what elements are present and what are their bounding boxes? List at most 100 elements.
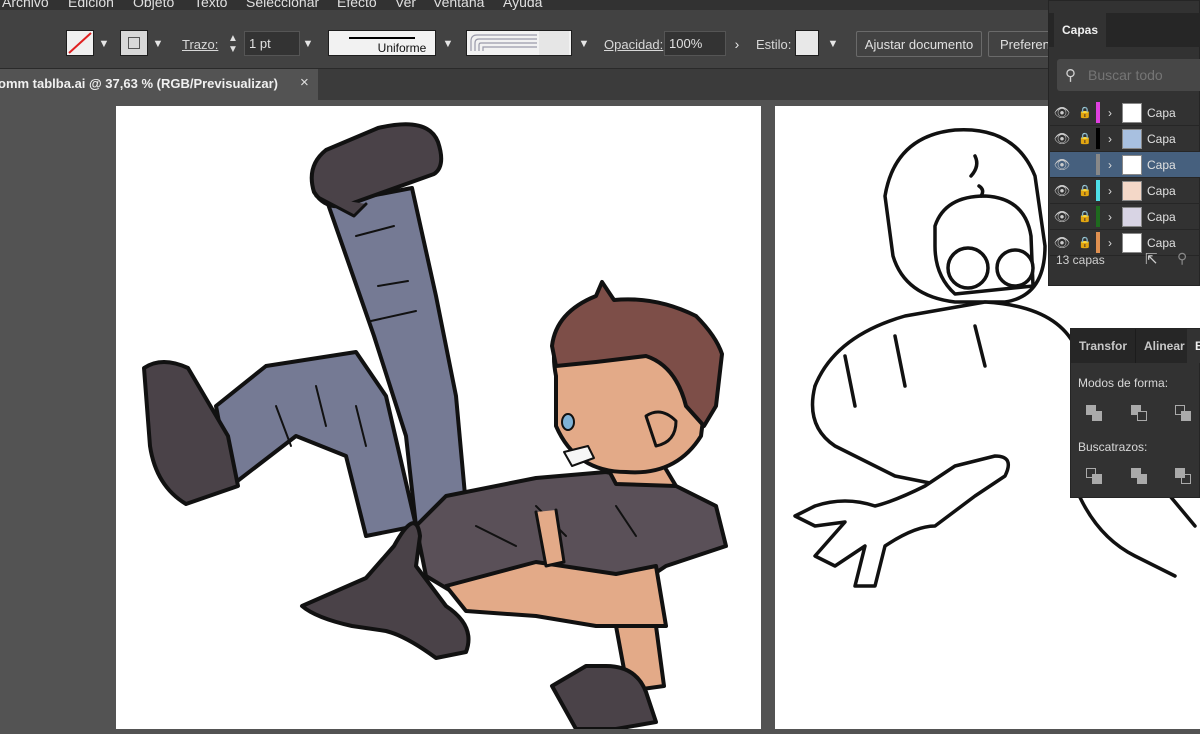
document-tab[interactable]: omm tablba.ai @ 37,63 % (RGB/Previsualiz…: [0, 69, 318, 100]
menu-bar: Archivo Edición Objeto Texto Seleccionar…: [0, 0, 1048, 10]
layer-row[interactable]: 👁 🔒 › Capa: [1050, 178, 1200, 204]
layers-panel: Capas ⚲ 👁 🔒 › Capa 👁 🔒 › Capa 👁 › Capa 👁…: [1048, 0, 1200, 286]
style-label: Estilo:: [756, 36, 792, 52]
eye-icon[interactable]: 👁: [1050, 105, 1074, 121]
layer-name[interactable]: Capa: [1147, 210, 1176, 224]
skull-eye-left: [946, 246, 990, 290]
stepper-down-icon[interactable]: ▼: [228, 44, 238, 55]
export-icon[interactable]: ⇱: [1145, 250, 1158, 268]
brush-chevron-icon[interactable]: ▼: [576, 33, 592, 55]
stepper-up-icon[interactable]: ▲: [228, 33, 238, 44]
lock-icon[interactable]: 🔒: [1074, 132, 1096, 145]
expand-arrow-icon[interactable]: ›: [1108, 132, 1122, 146]
lock-icon[interactable]: 🔒: [1074, 106, 1096, 119]
profile-chevron-icon[interactable]: ▼: [440, 33, 456, 55]
stroke-weight-field[interactable]: 1 pt: [244, 31, 300, 56]
layer-row-selected[interactable]: 👁 › Capa: [1050, 152, 1200, 178]
tab-transform[interactable]: Transfor: [1075, 329, 1131, 363]
lock-icon[interactable]: 🔒: [1074, 210, 1096, 223]
stroke-dropdown-chevron-icon[interactable]: ▼: [150, 33, 166, 55]
document-tab-bar: omm tablba.ai @ 37,63 % (RGB/Previsualiz…: [0, 69, 1048, 100]
expand-arrow-icon[interactable]: ›: [1108, 106, 1122, 120]
layers-search-input[interactable]: [1086, 66, 1200, 84]
opacity-arrow-icon[interactable]: ›: [729, 33, 745, 55]
control-bar: ▼ ▼ Trazo: ▲ ▼ 1 pt ▼ Uniforme ▼ ▼ Opacid…: [0, 10, 1052, 69]
menu-efecto[interactable]: Efecto: [337, 0, 377, 10]
lock-icon[interactable]: 🔒: [1074, 184, 1096, 197]
stroke-label[interactable]: Trazo:: [182, 33, 218, 55]
artboard-colored[interactable]: [116, 106, 761, 731]
pathfinders-label: Buscatrazos:: [1078, 440, 1148, 454]
menu-texto[interactable]: Texto: [194, 0, 227, 10]
eye-icon[interactable]: 👁: [1050, 157, 1074, 173]
locate-object-icon[interactable]: ⚲: [1177, 250, 1187, 267]
layer-name[interactable]: Capa: [1147, 184, 1176, 198]
stroke-swatch[interactable]: [120, 30, 148, 56]
layer-color-swatch: [1096, 154, 1100, 175]
preferences-button[interactable]: Preferenc: [988, 31, 1052, 57]
opacity-label[interactable]: Opacidad:: [604, 33, 663, 55]
brush-selector[interactable]: [466, 30, 572, 56]
pathfinder-panel: Transfor Alinear B Modos de forma: Busca…: [1070, 328, 1200, 498]
expand-arrow-icon[interactable]: ›: [1108, 210, 1122, 224]
layer-color-swatch: [1096, 128, 1100, 149]
search-icon: ⚲: [1065, 67, 1076, 84]
hand-outline: [793, 454, 1011, 588]
layer-thumbnail: [1122, 180, 1142, 201]
layer-thumbnail: [1122, 206, 1142, 227]
layer-name[interactable]: Capa: [1147, 158, 1176, 172]
eye-icon[interactable]: 👁: [1050, 183, 1074, 199]
stroke-square-icon: [128, 37, 140, 49]
fill-dropdown-chevron-icon[interactable]: ▼: [96, 33, 112, 55]
layer-color-swatch: [1096, 180, 1100, 201]
layer-row[interactable]: 👁 🔒 › Capa: [1050, 204, 1200, 230]
layer-color-swatch: [1096, 206, 1100, 227]
tab-align[interactable]: Alinear: [1135, 329, 1193, 363]
menu-ventana[interactable]: Ventana: [433, 0, 484, 10]
layer-color-swatch: [1096, 102, 1100, 123]
layers-search[interactable]: ⚲: [1057, 59, 1200, 91]
profile-selector[interactable]: Uniforme: [328, 30, 436, 56]
minus-front-icon[interactable]: [1129, 403, 1151, 425]
brush-stroke-icon: [470, 31, 569, 55]
tab-layers[interactable]: Capas: [1054, 13, 1107, 47]
menu-seleccionar[interactable]: Seleccionar: [246, 0, 319, 10]
opacity-field[interactable]: 100%: [664, 31, 726, 56]
stroke-weight-chevron-icon[interactable]: ▼: [300, 33, 316, 55]
document-tab-title: omm tablba.ai @ 37,63 % (RGB/Previsualiz…: [0, 76, 278, 91]
shape-modes-label: Modos de forma:: [1078, 376, 1169, 390]
profile-label: Uniforme: [377, 40, 427, 55]
layer-row[interactable]: 👁 🔒 › Capa: [1050, 126, 1200, 152]
eye-icon[interactable]: 👁: [1050, 209, 1074, 225]
menu-archivo[interactable]: Archivo: [2, 0, 49, 10]
layer-name[interactable]: Capa: [1147, 106, 1176, 120]
eye-icon[interactable]: 👁: [1050, 131, 1074, 147]
menu-objeto[interactable]: Objeto: [133, 0, 174, 10]
menu-edicion[interactable]: Edición: [68, 0, 114, 10]
stroke-stepper[interactable]: ▲ ▼: [222, 30, 244, 58]
tab-pathfinder[interactable]: B: [1187, 329, 1200, 363]
canvas[interactable]: [0, 100, 1200, 731]
style-swatch[interactable]: [795, 30, 819, 56]
merge-icon[interactable]: [1173, 466, 1195, 488]
adjust-document-button[interactable]: Ajustar documento: [856, 31, 982, 57]
layer-name[interactable]: Capa: [1147, 132, 1176, 146]
none-fill-icon: [68, 32, 92, 54]
unite-icon[interactable]: [1084, 403, 1106, 425]
close-tab-icon[interactable]: ×: [300, 74, 309, 91]
layer-thumbnail: [1122, 154, 1142, 175]
expand-arrow-icon[interactable]: ›: [1108, 184, 1122, 198]
boot-top: [309, 122, 444, 209]
menu-ver[interactable]: Ver: [395, 0, 416, 10]
eye: [561, 413, 575, 431]
trim-icon[interactable]: [1129, 466, 1151, 488]
skull-eye-right: [995, 248, 1035, 288]
layer-count: 13 capas: [1056, 253, 1105, 267]
menu-ayuda[interactable]: Ayuda: [503, 0, 542, 10]
fill-swatch[interactable]: [66, 30, 94, 56]
layer-row[interactable]: 👁 🔒 › Capa: [1050, 100, 1200, 126]
expand-arrow-icon[interactable]: ›: [1108, 158, 1122, 172]
style-chevron-icon[interactable]: ▼: [825, 33, 841, 55]
intersect-icon[interactable]: [1173, 403, 1195, 425]
divide-icon[interactable]: [1084, 466, 1106, 488]
